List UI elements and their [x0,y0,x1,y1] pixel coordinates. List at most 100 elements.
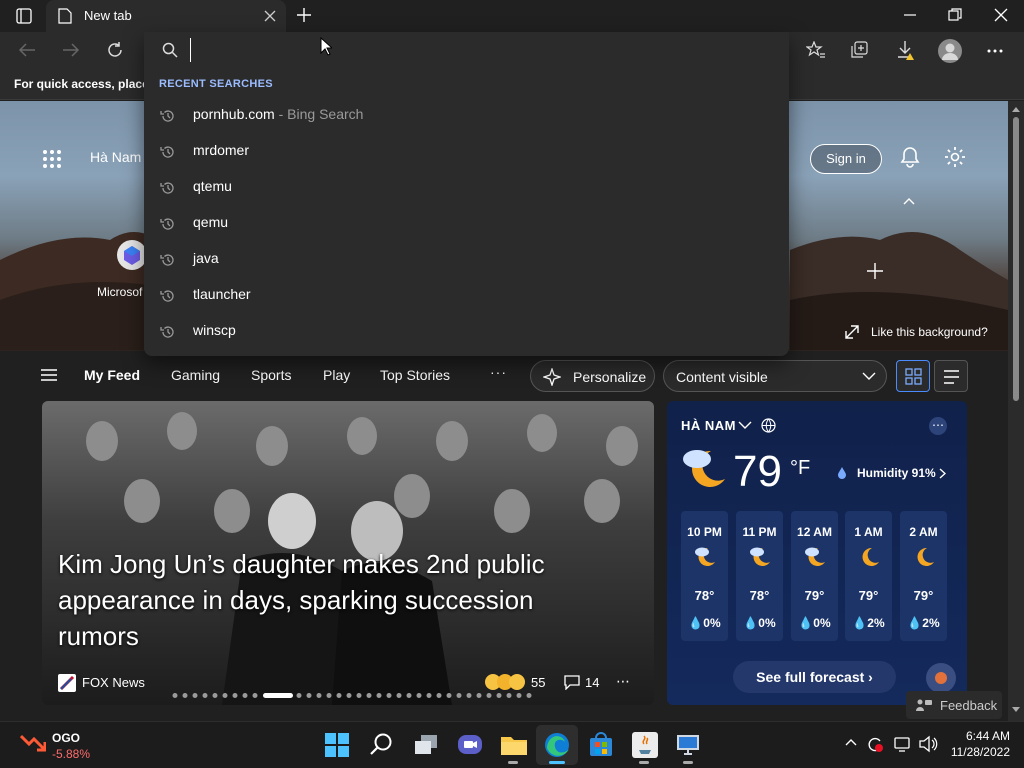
list-view-button[interactable] [934,360,968,392]
store-icon[interactable] [586,730,616,760]
scroll-up-icon[interactable] [1012,106,1020,112]
hero-headline[interactable]: Kim Jong Un’s daughter makes 2nd public … [58,546,618,654]
carousel-dot [476,693,482,698]
recent-search-item[interactable]: java [144,242,789,278]
file-explorer-icon[interactable] [499,730,529,760]
address-input[interactable] [190,38,770,62]
quicklink-tile[interactable] [117,240,147,270]
close-window-icon[interactable] [994,8,1008,22]
active-indicator [549,761,565,764]
collections-icon[interactable] [850,41,870,59]
weather-more-icon[interactable]: ⋯ [929,417,947,435]
remote-desktop-icon[interactable] [674,730,704,760]
more-menu-icon[interactable] [986,48,1004,54]
recent-search-item[interactable]: pornhub.com - Bing Search [144,98,789,134]
like-background-link[interactable]: Like this background? [871,325,988,339]
java-icon[interactable] [630,730,660,760]
hour-temp: 78° [749,588,770,603]
settings-gear-icon[interactable] [944,146,966,168]
temp-unit[interactable]: °F [790,457,810,480]
recent-search-item[interactable]: tlauncher [144,278,789,314]
restore-icon[interactable] [948,8,962,22]
close-tab-icon[interactable] [264,10,276,22]
personalize-button[interactable]: Personalize [530,360,655,392]
sync-alert-icon[interactable] [866,735,884,753]
tab-actions-icon[interactable] [16,8,32,24]
task-view-icon[interactable] [411,730,441,760]
tab-top-stories[interactable]: Top Stories [380,367,450,383]
hero-news-card[interactable]: Kim Jong Un’s daughter makes 2nd public … [42,401,654,705]
location-globe-icon[interactable] [761,418,776,433]
refresh-icon[interactable] [106,41,124,59]
feed-menu-icon[interactable] [40,368,58,382]
collapse-chevron-icon[interactable] [903,197,915,205]
more-tabs-button[interactable]: ··· [490,364,507,380]
scroll-down-icon[interactable] [1012,707,1020,713]
chevron-right-icon[interactable] [939,468,946,479]
minimize-icon[interactable] [903,8,917,22]
location-label[interactable]: Hà Nam [90,149,141,165]
forward-icon[interactable] [62,42,80,58]
notifications-icon[interactable] [900,146,920,168]
add-quicklink-icon[interactable] [866,262,884,280]
hourly-forecast-item[interactable]: 11 PM 78° 💧0% [736,511,783,641]
chat-icon[interactable] [455,730,485,760]
search-icon[interactable] [366,730,396,760]
stock-trend-icon[interactable] [20,733,46,753]
downloads-icon[interactable] [896,40,918,62]
humidity-label[interactable]: Humidity 91% [857,466,936,480]
volume-icon[interactable] [918,735,938,753]
carousel-dots[interactable] [172,692,532,700]
recent-search-item[interactable]: mrdomer [144,134,789,170]
feedback-button[interactable]: Feedback [906,691,1002,719]
recent-search-item[interactable]: winscp [144,314,789,350]
hour-temp: 79° [858,588,879,603]
hourly-forecast-item[interactable]: 1 AM 79° 💧2% [845,511,892,641]
page-scrollbar[interactable] [1008,101,1024,721]
back-icon[interactable] [18,42,36,58]
tab-gaming[interactable]: Gaming [171,367,220,383]
tab-my-feed[interactable]: My Feed [84,367,140,383]
profile-avatar[interactable] [938,39,962,63]
apps-launcher-icon[interactable] [42,149,62,169]
hourly-forecast-item[interactable]: 12 AM 79° 💧0% [791,511,838,641]
recent-search-item[interactable]: qemu [144,206,789,242]
hourly-forecast-item[interactable]: 2 AM 79° 💧2% [900,511,947,641]
new-tab-icon[interactable] [296,7,312,23]
grid-view-button[interactable] [896,360,930,392]
weather-location[interactable]: HÀ NAM [681,418,736,433]
hour-precip: 💧2% [852,616,885,630]
chevron-down-icon[interactable] [738,421,752,430]
news-source[interactable]: FOX News [82,675,145,690]
weather-avatar-icon[interactable] [926,663,956,693]
start-windows-icon[interactable] [322,730,352,760]
sign-in-button[interactable]: Sign in [810,144,882,174]
comment-count: 14 [585,675,600,690]
clock-date[interactable]: 11/28/2022 [940,745,1010,759]
clock-time[interactable]: 6:44 AM [950,729,1010,743]
show-hidden-icons-chevron[interactable] [845,738,857,746]
stock-change[interactable]: -5.88% [52,747,90,761]
tab-play[interactable]: Play [323,367,350,383]
favorites-icon[interactable] [806,41,826,59]
tab-new-tab[interactable] [46,0,286,32]
network-icon[interactable] [893,735,911,753]
history-icon [160,254,174,266]
hour-precip: 💧0% [688,616,721,630]
card-more-icon[interactable]: ⋯ [616,673,630,690]
recent-search-item[interactable]: qtemu [144,170,789,206]
moon-icon [862,547,879,566]
see-full-forecast-button[interactable]: See full forecast › [733,661,896,693]
comment-icon[interactable] [564,674,580,690]
hour-time: 2 AM [909,525,938,539]
quicklink-label[interactable]: Microsof [97,285,142,299]
scrollbar-thumb[interactable] [1013,117,1019,401]
expand-icon[interactable] [845,325,859,339]
stock-name[interactable]: OGO [52,731,80,745]
content-visibility-select[interactable]: Content visible [663,360,887,392]
reactions-emoji-icon[interactable] [484,673,530,691]
edge-browser-icon[interactable] [542,730,572,760]
tab-sports[interactable]: Sports [251,367,291,383]
carousel-dot [526,693,532,698]
hourly-forecast-item[interactable]: 10 PM 78° 💧0% [681,511,728,641]
